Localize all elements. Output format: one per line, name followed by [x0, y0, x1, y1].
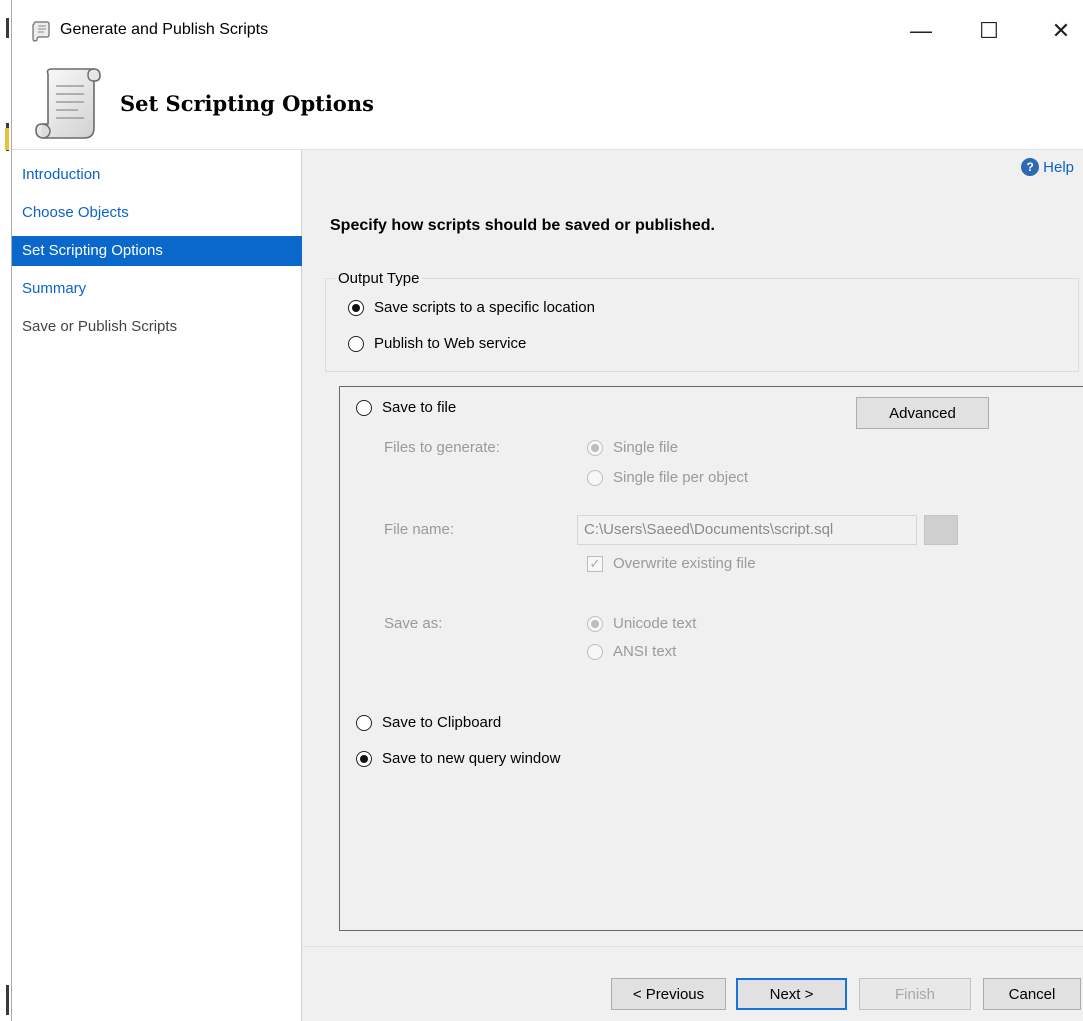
help-icon: ?	[1021, 158, 1040, 176]
save-to-location-option[interactable]: Save scripts to a specific location	[348, 299, 595, 316]
finish-button: Finish	[859, 978, 971, 1010]
edge-mark	[6, 985, 9, 1015]
sidebar-item-introduction[interactable]: Introduction	[12, 160, 302, 190]
file-name-label: File name:	[384, 521, 455, 538]
previous-button[interactable]: < Previous	[611, 978, 726, 1010]
publish-web-service-label: Publish to Web service	[374, 335, 527, 352]
overwrite-label: Overwrite existing file	[613, 555, 756, 572]
output-type-group: Output Type Save scripts to a specific l…	[325, 270, 1079, 372]
unicode-text-label: Unicode text	[613, 615, 697, 632]
minimize-button[interactable]: —	[898, 12, 944, 50]
publish-web-service-radio[interactable]	[348, 335, 364, 352]
single-file-radio	[587, 439, 603, 456]
page-header: Set Scripting Options	[12, 62, 1083, 150]
instruction-text: Specify how scripts should be saved or p…	[330, 217, 715, 234]
next-button[interactable]: Next >	[736, 978, 847, 1010]
single-file-per-object-option: Single file per object	[587, 469, 748, 486]
save-to-file-radio[interactable]	[356, 399, 372, 416]
sidebar-item-choose-objects[interactable]: Choose Objects	[12, 198, 302, 228]
single-file-option: Single file	[587, 439, 678, 456]
wizard-window: Generate and Publish Scripts — ☐ ✕ Set S…	[11, 0, 1083, 1021]
save-to-query-window-radio[interactable]	[356, 750, 372, 767]
sidebar-item-set-scripting-options[interactable]: Set Scripting Options	[12, 236, 302, 266]
advanced-button[interactable]: Advanced	[856, 397, 989, 429]
single-file-label: Single file	[613, 439, 679, 456]
scroll-icon	[35, 68, 101, 139]
close-button[interactable]: ✕	[1038, 12, 1083, 50]
output-type-legend: Output Type	[335, 270, 423, 287]
browse-button	[924, 515, 958, 545]
save-to-clipboard-label: Save to Clipboard	[382, 714, 502, 731]
files-to-generate-label: Files to generate:	[384, 439, 500, 456]
save-to-query-window-option[interactable]: Save to new query window	[356, 750, 560, 767]
save-to-clipboard-option[interactable]: Save to Clipboard	[356, 714, 501, 731]
save-destination-panel: Save to file Advanced Files to generate:…	[339, 386, 1083, 931]
save-as-label: Save as:	[384, 615, 443, 632]
save-to-location-label: Save scripts to a specific location	[374, 299, 595, 316]
unicode-text-radio	[587, 615, 603, 632]
save-to-file-option[interactable]: Save to file	[356, 399, 456, 416]
sidebar-item-summary[interactable]: Summary	[12, 274, 302, 304]
single-file-per-object-radio	[587, 469, 603, 486]
save-to-query-window-label: Save to new query window	[382, 750, 561, 767]
file-name-field: C:\Users\Saeed\Documents\script.sql	[577, 515, 917, 545]
edge-mark	[6, 18, 9, 38]
ansi-text-label: ANSI text	[613, 643, 677, 660]
edge-mark	[5, 128, 9, 150]
overwrite-option: ✓ Overwrite existing file	[587, 555, 756, 572]
save-to-location-radio[interactable]	[348, 299, 364, 316]
help-label: Help	[1043, 158, 1074, 176]
page-title: Set Scripting Options	[120, 91, 374, 116]
help-link[interactable]: ? Help	[1021, 158, 1074, 176]
title-bar[interactable]: Generate and Publish Scripts — ☐ ✕	[12, 0, 1083, 62]
single-file-per-object-label: Single file per object	[613, 469, 749, 486]
ansi-text-radio	[587, 643, 603, 660]
save-to-clipboard-radio[interactable]	[356, 714, 372, 731]
sidebar-item-save-or-publish: Save or Publish Scripts	[22, 318, 178, 335]
overwrite-checkbox: ✓	[587, 555, 603, 572]
scroll-icon	[32, 21, 50, 42]
publish-web-service-option[interactable]: Publish to Web service	[348, 335, 526, 352]
window-title: Generate and Publish Scripts	[60, 21, 269, 38]
unicode-text-option: Unicode text	[587, 615, 696, 632]
maximize-button[interactable]: ☐	[966, 12, 1012, 50]
background-window-edge	[0, 0, 11, 1021]
ansi-text-option: ANSI text	[587, 643, 676, 660]
cancel-button[interactable]: Cancel	[983, 978, 1081, 1010]
save-to-file-label: Save to file	[382, 399, 457, 416]
main-content: ? Help Specify how scripts should be sav…	[303, 150, 1083, 1021]
wizard-steps-sidebar: Introduction Choose Objects Set Scriptin…	[12, 150, 302, 1021]
footer-divider	[303, 946, 1083, 947]
